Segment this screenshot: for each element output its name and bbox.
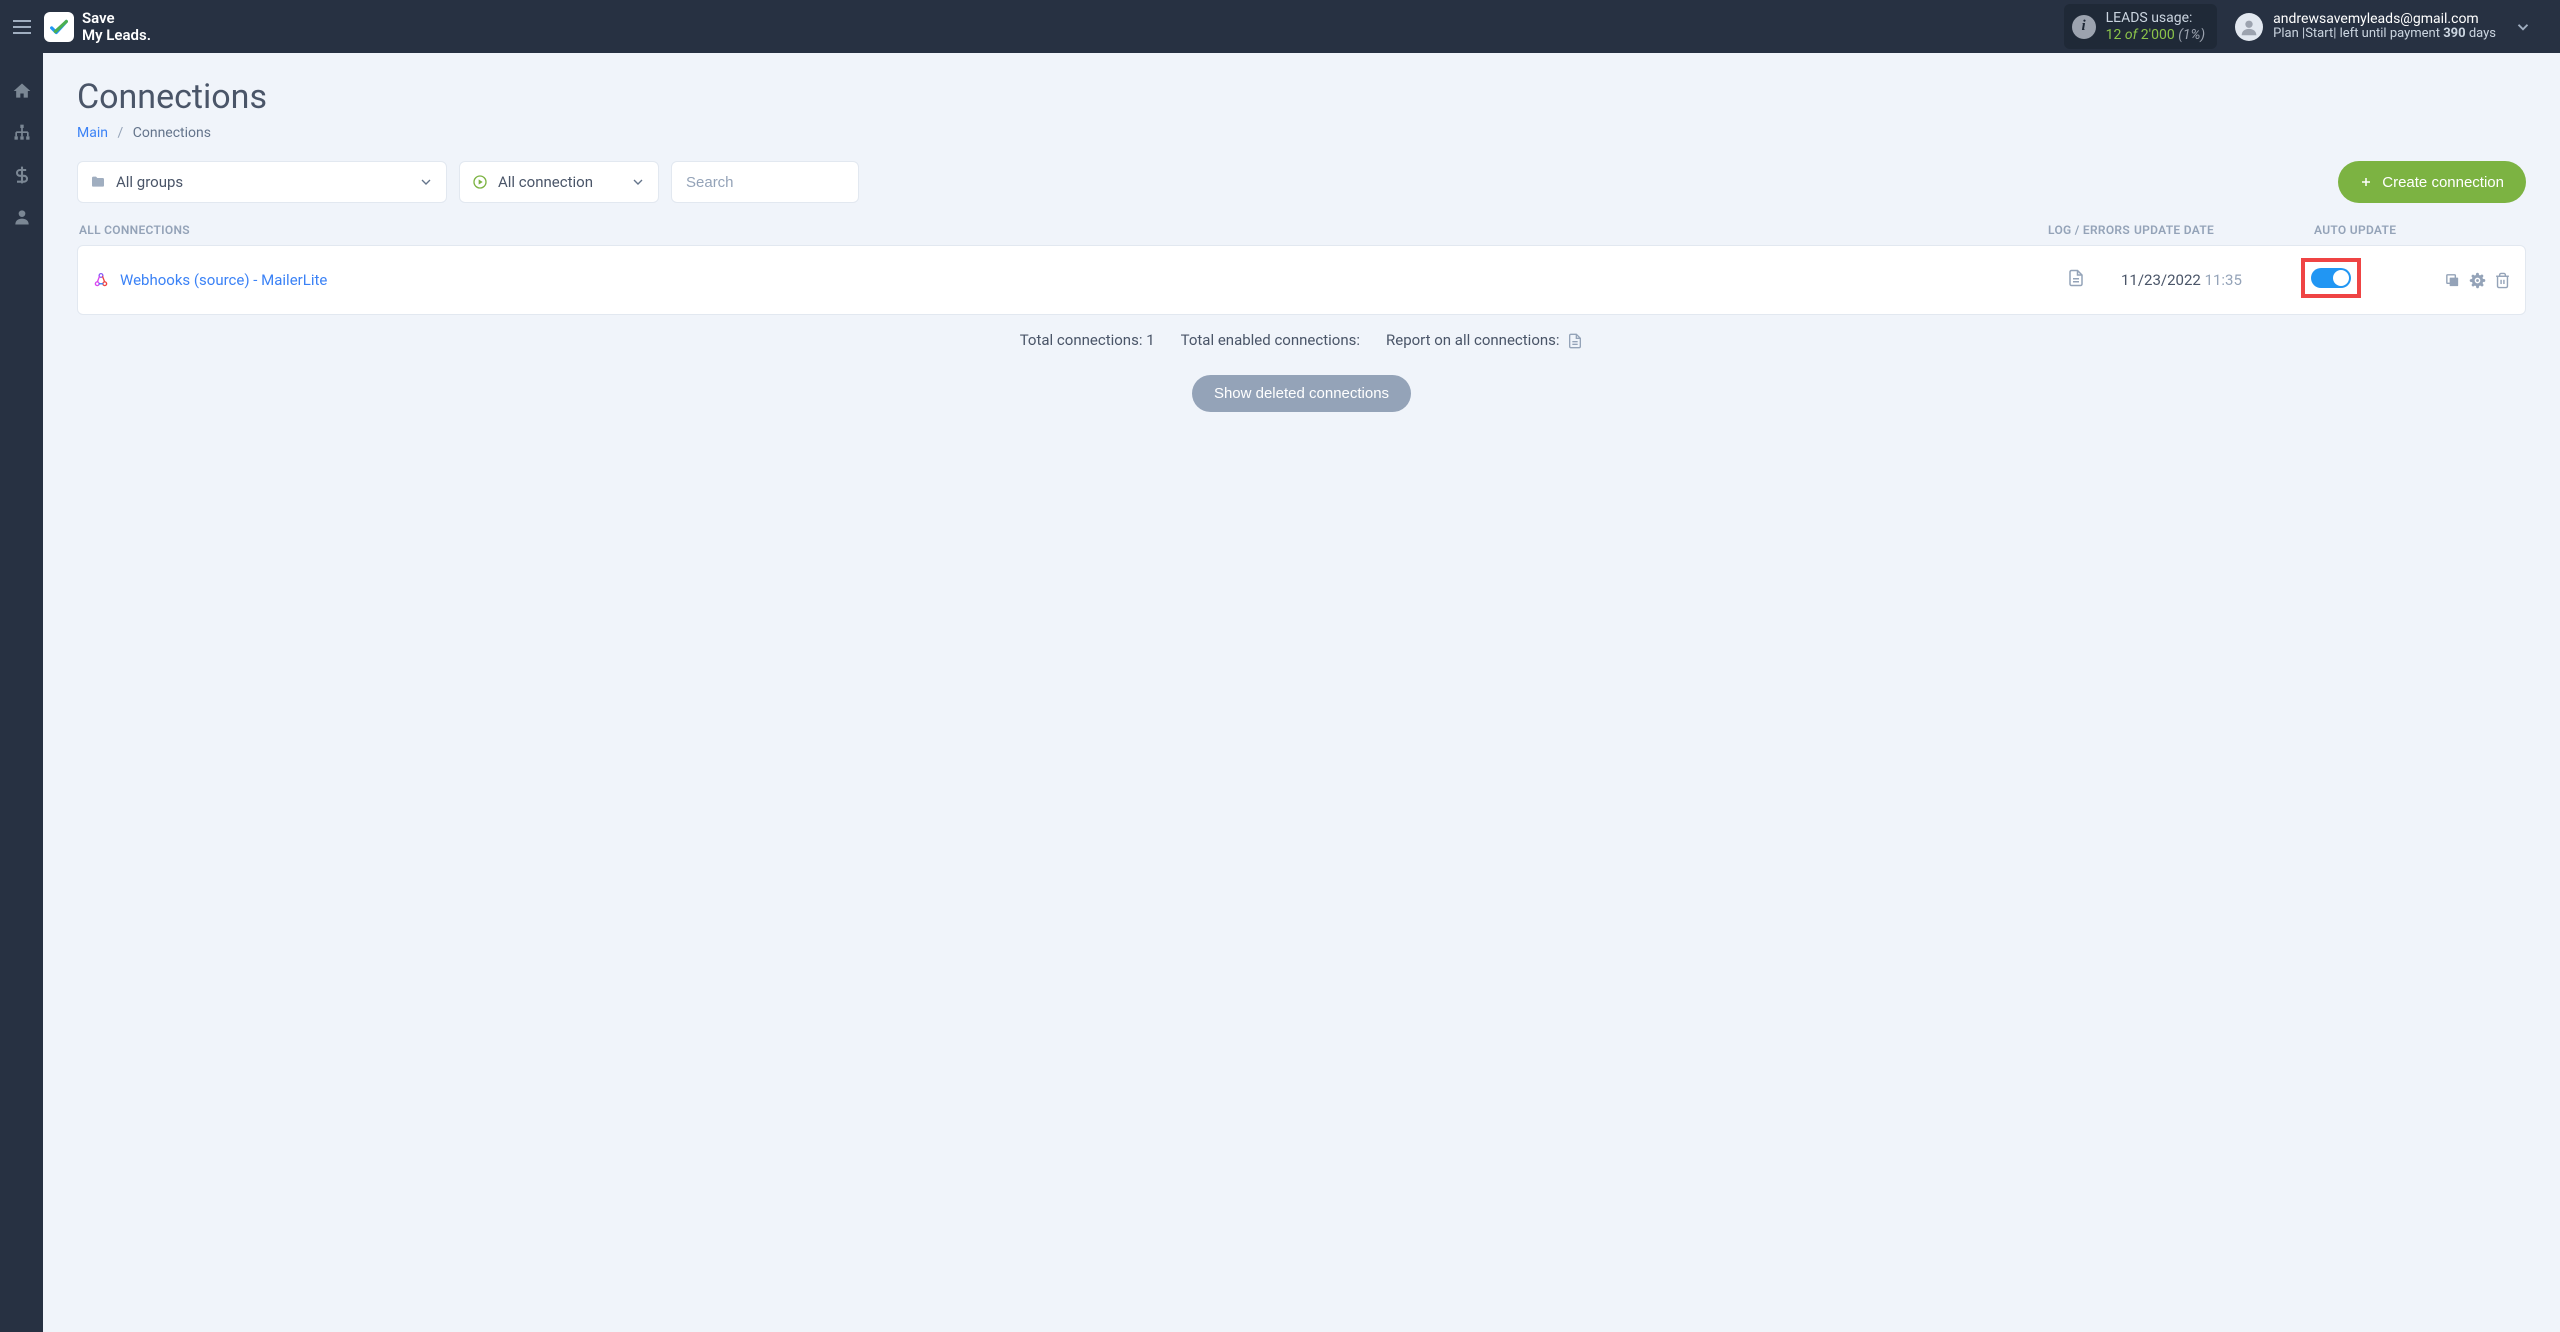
logo[interactable]: Save My Leads. [44, 10, 151, 43]
update-date-cell: 11/23/2022 11:35 [2121, 271, 2301, 289]
stat-report: Report on all connections: [1386, 331, 1583, 349]
info-icon: i [2072, 15, 2096, 39]
log-icon[interactable] [2067, 269, 2085, 287]
copy-icon[interactable] [2444, 272, 2461, 289]
plus-icon [2360, 176, 2372, 188]
header-auto-update: AUTO UPDATE [2314, 223, 2434, 237]
show-deleted-button[interactable]: Show deleted connections [1192, 375, 1411, 412]
create-connection-button[interactable]: Create connection [2338, 161, 2526, 203]
breadcrumb-current: Connections [133, 125, 211, 141]
connection-link[interactable]: Webhooks (source) - MailerLite [120, 271, 327, 289]
logo-text: Save My Leads. [82, 10, 151, 43]
auto-update-highlight [2301, 258, 2361, 298]
breadcrumb: Main / Connections [77, 125, 2526, 141]
search-input[interactable] [671, 161, 859, 203]
auto-update-toggle[interactable] [2311, 268, 2351, 288]
sidebar [0, 53, 43, 1332]
chevron-down-icon [418, 174, 434, 190]
chevron-down-icon [630, 174, 646, 190]
status-dropdown[interactable]: All connection [459, 161, 659, 203]
hamburger-icon[interactable] [10, 15, 34, 39]
groups-dropdown[interactable]: All groups [77, 161, 447, 203]
avatar-icon [2235, 13, 2263, 41]
sidebar-item-billing[interactable] [12, 165, 32, 185]
trash-icon[interactable] [2494, 272, 2511, 289]
create-connection-label: Create connection [2382, 174, 2504, 191]
gear-icon[interactable] [2469, 272, 2486, 289]
header-log: LOG / ERRORS [2044, 223, 2134, 237]
sidebar-item-home[interactable] [12, 81, 32, 101]
leads-usage-badge[interactable]: i LEADS usage: 12 of 2'000 (1%) [2064, 4, 2218, 48]
header-update-date: UPDATE DATE [2134, 223, 2314, 237]
main-content: Connections Main / Connections All group… [43, 53, 2560, 1332]
filter-row: All groups All connection Create connect… [77, 161, 2526, 203]
leads-usage-text: LEADS usage: 12 of 2'000 (1%) [2106, 10, 2206, 42]
logo-icon [44, 12, 74, 42]
page-title: Connections [77, 77, 2526, 117]
list-header: ALL CONNECTIONS LOG / ERRORS UPDATE DATE… [77, 223, 2526, 245]
topbar: Save My Leads. i LEADS usage: 12 of 2'00… [0, 0, 2560, 53]
breadcrumb-sep: / [117, 125, 123, 141]
header-all-connections: ALL CONNECTIONS [79, 223, 2044, 237]
folder-icon [90, 174, 106, 190]
stats-row: Total connections: 1 Total enabled conne… [77, 331, 2526, 349]
stat-enabled: Total enabled connections: [1181, 331, 1360, 349]
sidebar-item-account[interactable] [12, 207, 32, 227]
status-dropdown-label: All connection [498, 173, 593, 191]
chevron-down-icon [2514, 18, 2532, 36]
webhook-icon [92, 271, 110, 289]
user-info: andrewsavemyleads@gmail.com Plan |Start|… [2273, 11, 2496, 42]
connection-row: Webhooks (source) - MailerLite 11/23/202… [77, 245, 2526, 315]
sidebar-item-connections[interactable] [12, 123, 32, 143]
report-icon[interactable] [1567, 333, 1583, 349]
groups-dropdown-label: All groups [116, 173, 183, 191]
play-icon [472, 174, 488, 190]
user-menu[interactable]: andrewsavemyleads@gmail.com Plan |Start|… [2235, 11, 2550, 42]
stat-total: Total connections: 1 [1020, 331, 1155, 349]
breadcrumb-main[interactable]: Main [77, 125, 108, 141]
